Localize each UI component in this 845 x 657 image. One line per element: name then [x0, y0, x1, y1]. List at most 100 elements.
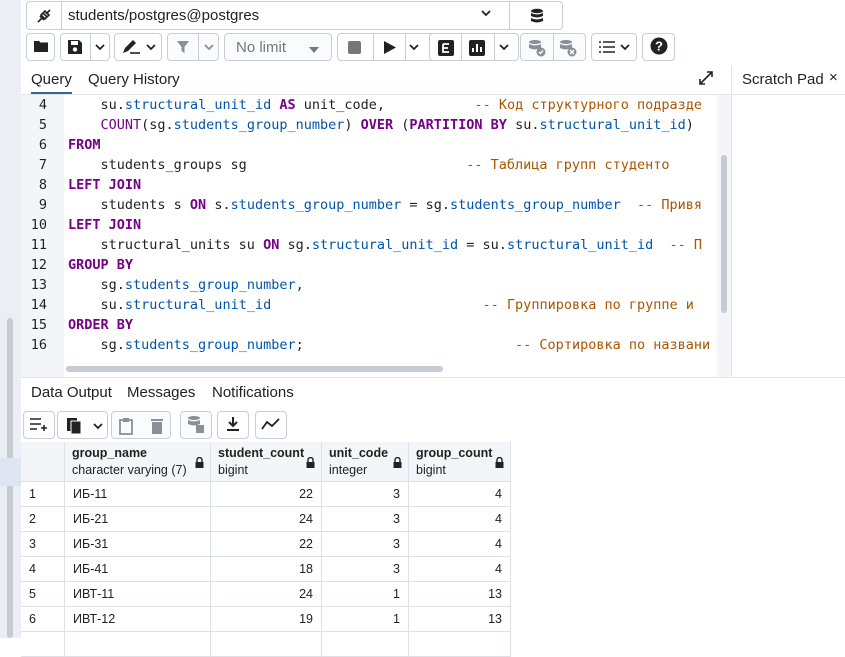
table-cell[interactable]: 24 [211, 582, 322, 607]
row-number-cell[interactable]: 4 [21, 557, 65, 582]
code-line[interactable]: sg.students_group_number, [68, 277, 304, 293]
download-button[interactable] [217, 411, 249, 439]
table-cell[interactable]: ИБ-21 [65, 507, 211, 532]
row-number-cell[interactable]: 1 [21, 482, 65, 507]
delete-icon[interactable] [150, 417, 164, 437]
code-line[interactable]: structural_units su ON sg.structural_uni… [68, 237, 703, 253]
edit-button-group[interactable] [114, 33, 162, 61]
code-line[interactable]: LEFT JOIN [68, 217, 141, 233]
rollback-icon[interactable] [558, 39, 578, 60]
table-cell[interactable]: 1 [322, 582, 409, 607]
table-cell[interactable]: 4 [409, 482, 511, 507]
table-cell[interactable]: 3 [322, 532, 409, 557]
tab-data-output[interactable]: Data Output [31, 384, 112, 401]
row-number-cell[interactable]: 6 [21, 607, 65, 632]
table-cell[interactable]: 4 [409, 557, 511, 582]
chevron-down-icon[interactable] [408, 40, 420, 56]
table-cell[interactable]: 13 [409, 607, 511, 632]
explain-icon[interactable] [438, 40, 454, 59]
code-line[interactable]: FROM [68, 137, 101, 153]
chevron-down-icon[interactable] [92, 419, 104, 435]
table-cell[interactable]: ИБ-31 [65, 532, 211, 557]
tab-query-history[interactable]: Query History [88, 71, 180, 88]
code-line[interactable]: students_groups sg -- Таблица групп студ… [68, 157, 670, 173]
table-cell[interactable]: 3 [322, 482, 409, 507]
filter-button-group[interactable] [167, 33, 219, 61]
table-cell[interactable] [322, 632, 409, 657]
table-cell[interactable]: ИБ-41 [65, 557, 211, 582]
commit-icon[interactable] [527, 39, 547, 60]
editor-vertical-scrollbar[interactable] [721, 155, 727, 313]
tab-notifications[interactable]: Notifications [212, 384, 294, 401]
transaction-button-group[interactable] [520, 33, 586, 61]
code-line[interactable]: COUNT(sg.students_group_number) OVER (PA… [68, 117, 694, 133]
table-cell[interactable]: 19 [211, 607, 322, 632]
disconnect-plug-icon[interactable] [27, 2, 62, 29]
table-cell[interactable]: 18 [211, 557, 322, 582]
table-cell[interactable]: ИБ-11 [65, 482, 211, 507]
row-number-cell[interactable]: 2 [21, 507, 65, 532]
macros-icon[interactable] [598, 40, 616, 57]
editor-horizontal-scrollbar[interactable] [66, 366, 443, 372]
edit-pen-icon[interactable] [121, 39, 141, 58]
scratch-pad-title[interactable]: Scratch Pad [742, 71, 824, 88]
copy-icon[interactable] [66, 417, 82, 438]
column-header-group-count[interactable]: group_count bigint [409, 442, 511, 482]
stop-icon[interactable] [348, 41, 361, 57]
code-line[interactable]: su.structural_unit_id -- Группировка по … [68, 297, 694, 313]
table-cell[interactable]: 3 [322, 507, 409, 532]
graph-visualiser-button[interactable] [255, 411, 287, 439]
chevron-down-icon[interactable] [619, 40, 631, 56]
table-cell[interactable]: 22 [211, 482, 322, 507]
row-number-cell[interactable]: 3 [21, 532, 65, 557]
table-cell[interactable]: ИВТ-12 [65, 607, 211, 632]
table-cell[interactable] [211, 632, 322, 657]
code-line[interactable]: sg.students_group_number; -- Сортировка … [68, 337, 711, 353]
table-cell[interactable]: 4 [409, 532, 511, 557]
macros-button-group[interactable] [591, 33, 637, 61]
table-cell[interactable]: 3 [322, 557, 409, 582]
explain-analyze-icon[interactable] [469, 40, 485, 59]
row-limit-select[interactable]: No limit [224, 33, 332, 61]
table-cell[interactable]: 13 [409, 582, 511, 607]
column-header-unit-code[interactable]: unit_code integer [322, 442, 409, 482]
table-cell[interactable] [65, 632, 211, 657]
column-header-group-name[interactable]: group_name character varying (7) [65, 442, 211, 482]
sql-editor[interactable]: 4 su.structural_unit_id AS unit_code, --… [21, 95, 731, 377]
table-cell[interactable]: ИВТ-11 [65, 582, 211, 607]
chevron-down-icon[interactable] [145, 40, 157, 56]
table-cell[interactable]: 1 [322, 607, 409, 632]
code-line[interactable]: GROUP BY [68, 257, 133, 273]
row-number-header[interactable] [21, 442, 65, 482]
code-line[interactable]: su.structural_unit_id AS unit_code, -- К… [68, 97, 703, 113]
paste-icon[interactable] [118, 417, 134, 438]
help-button[interactable]: ? [642, 33, 675, 61]
code-line[interactable]: students s ON s.students_group_number = … [68, 197, 703, 213]
open-file-button[interactable] [26, 33, 55, 61]
expand-icon[interactable] [699, 71, 713, 88]
close-icon[interactable]: × [829, 69, 838, 86]
add-row-button[interactable] [23, 411, 55, 439]
save-button-group[interactable] [60, 33, 110, 61]
chevron-down-icon[interactable] [203, 40, 215, 56]
code-line[interactable]: ORDER BY [68, 317, 133, 333]
save-icon[interactable] [67, 39, 83, 58]
tab-messages[interactable]: Messages [127, 384, 195, 401]
explain-button-group[interactable] [429, 33, 519, 61]
row-number-cell[interactable]: 5 [21, 582, 65, 607]
table-cell[interactable]: 24 [211, 507, 322, 532]
filter-icon[interactable] [176, 40, 190, 57]
column-header-student-count[interactable]: student_count bigint [211, 442, 322, 482]
paste-delete-group[interactable] [111, 411, 171, 439]
table-cell[interactable]: 22 [211, 532, 322, 557]
connection-select[interactable]: students/postgres@postgres [26, 1, 563, 30]
table-cell[interactable] [21, 632, 65, 657]
table-cell[interactable]: 4 [409, 507, 511, 532]
chevron-down-icon[interactable] [94, 40, 106, 56]
database-stack-icon[interactable] [509, 2, 563, 29]
chevron-down-icon[interactable] [479, 6, 493, 23]
chevron-down-icon[interactable] [498, 40, 510, 56]
execute-play-icon[interactable] [383, 40, 397, 58]
copy-button-group[interactable] [57, 411, 108, 439]
tab-query[interactable]: Query [31, 71, 72, 94]
